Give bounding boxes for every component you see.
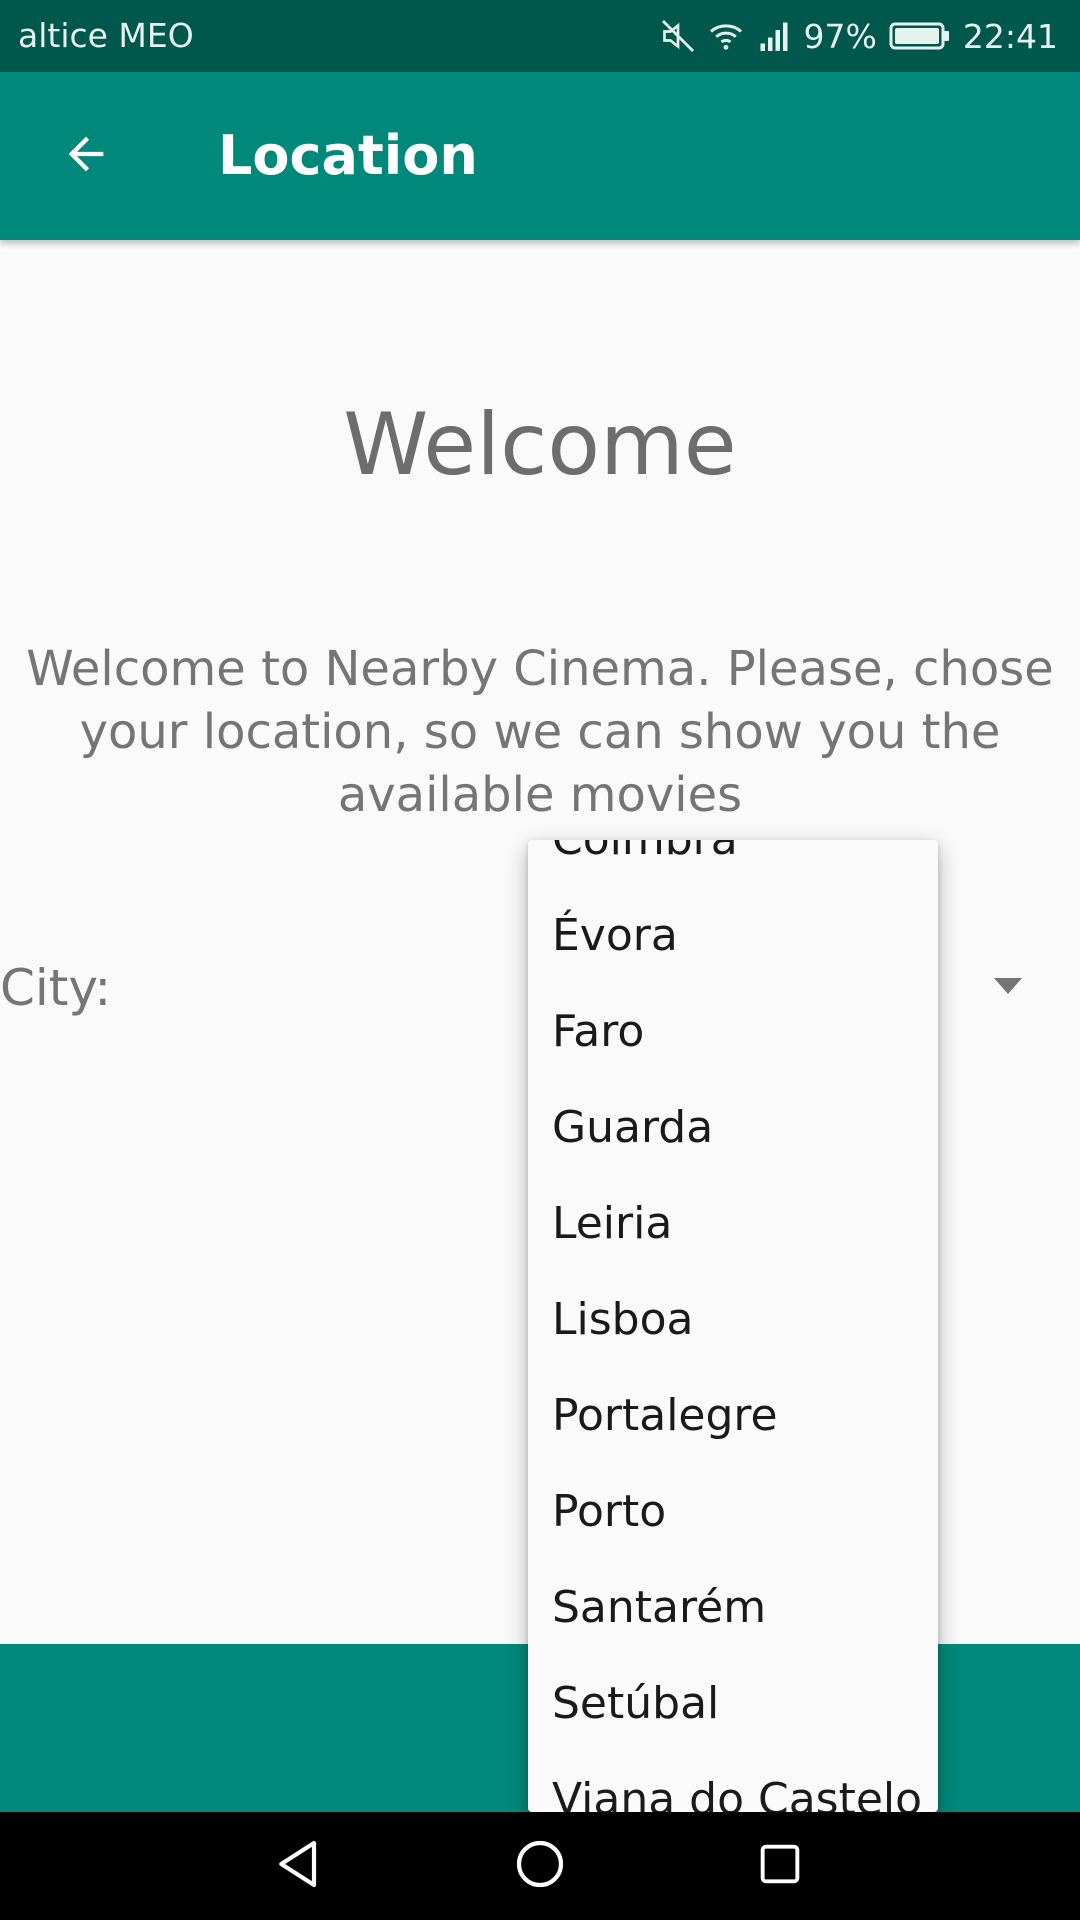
signal-icon xyxy=(756,18,792,54)
dropdown-item-guarda[interactable]: Guarda xyxy=(528,1080,938,1176)
city-dropdown-list: Coimbra Évora Faro Guarda Leiria Lisboa … xyxy=(528,840,938,1812)
dropdown-item-coimbra[interactable]: Coimbra xyxy=(528,840,938,888)
battery-percent: 97% xyxy=(803,16,877,56)
status-bar: altice MEO 97% 22:41 xyxy=(0,0,1080,72)
back-button[interactable] xyxy=(44,114,128,198)
dropdown-item-setubal[interactable]: Setúbal xyxy=(528,1656,938,1752)
city-spinner[interactable] xyxy=(992,976,1024,996)
nav-home-circle-icon xyxy=(512,1836,568,1896)
dropdown-item-viana-do-castelo[interactable]: Viana do Castelo xyxy=(528,1752,938,1812)
nav-recents-square-icon xyxy=(754,1838,806,1894)
dropdown-item-leiria[interactable]: Leiria xyxy=(528,1176,938,1272)
dropdown-item-portalegre[interactable]: Portalegre xyxy=(528,1368,938,1464)
dropdown-item-evora[interactable]: Évora xyxy=(528,888,938,984)
app-bar: Location xyxy=(0,72,1080,240)
mute-icon xyxy=(660,18,696,54)
welcome-description: Welcome to Nearby Cinema. Please, chose … xyxy=(26,641,1054,823)
battery-icon xyxy=(889,21,951,51)
clock: 22:41 xyxy=(962,16,1058,56)
carrier-name: altice MEO xyxy=(18,16,194,55)
dropdown-item-lisboa[interactable]: Lisboa xyxy=(528,1272,938,1368)
page-title: Location xyxy=(218,124,478,187)
nav-recents-button[interactable] xyxy=(748,1834,812,1898)
welcome-heading: Welcome xyxy=(343,395,737,495)
dropdown-item-porto[interactable]: Porto xyxy=(528,1464,938,1560)
nav-back-triangle-icon xyxy=(272,1836,328,1896)
city-dropdown[interactable]: Coimbra Évora Faro Guarda Leiria Lisboa … xyxy=(528,840,938,1812)
nav-home-button[interactable] xyxy=(508,1834,572,1898)
nav-back-button[interactable] xyxy=(268,1834,332,1898)
arrow-back-icon xyxy=(60,128,112,184)
wifi-icon xyxy=(708,18,744,54)
dropdown-arrow-icon xyxy=(992,978,1024,1000)
status-icons: 97% 22:41 xyxy=(660,14,1058,58)
city-label: City: xyxy=(0,959,112,1017)
dropdown-item-faro[interactable]: Faro xyxy=(528,984,938,1080)
dropdown-item-santarem[interactable]: Santarém xyxy=(528,1560,938,1656)
navigation-bar xyxy=(0,1812,1080,1920)
